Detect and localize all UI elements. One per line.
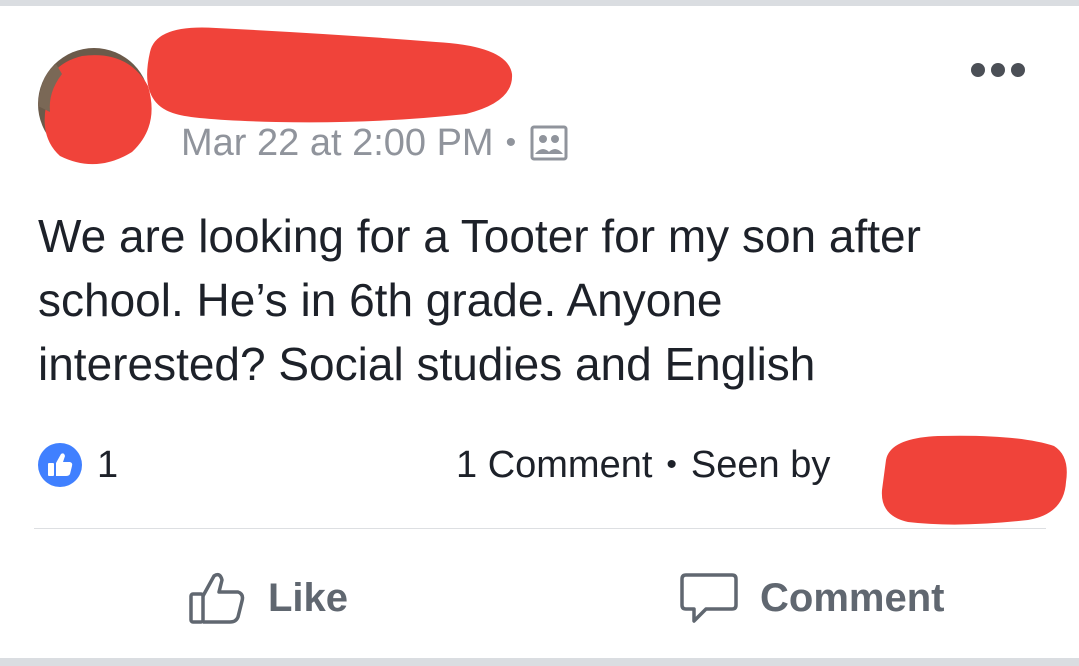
- actions-divider: [34, 528, 1046, 529]
- summary-separator: •: [666, 448, 677, 481]
- more-options-icon[interactable]: [968, 58, 1028, 82]
- like-count: 1: [97, 443, 119, 486]
- engagement-summary: 1 Comment • Seen by: [456, 440, 830, 490]
- comment-bubble-icon: [680, 573, 738, 623]
- reactions-summary[interactable]: 1: [37, 440, 118, 490]
- seen-by-redacted: [881, 435, 1067, 525]
- comment-button[interactable]: Comment: [680, 566, 944, 630]
- meta-separator: •: [505, 126, 517, 159]
- comment-label: Comment: [760, 575, 945, 620]
- post-meta: Mar 22 at 2:00 PM •: [181, 118, 568, 168]
- comment-count[interactable]: 1 Comment: [456, 444, 652, 487]
- seen-by-label[interactable]: Seen by: [691, 444, 830, 487]
- post-text: We are looking for a Tooter for my son a…: [38, 210, 921, 390]
- post-card: Mar 22 at 2:00 PM • We are looking for a…: [0, 6, 1079, 658]
- thumbs-up-icon: [189, 572, 245, 624]
- like-reaction-icon: [38, 443, 82, 487]
- like-label: Like: [268, 575, 349, 620]
- feed-separator: [0, 658, 1079, 666]
- author-name-redacted[interactable]: [136, 18, 516, 128]
- post-timestamp[interactable]: Mar 22 at 2:00 PM: [181, 122, 494, 165]
- like-button[interactable]: Like: [188, 566, 348, 630]
- friends-audience-icon[interactable]: [530, 124, 568, 162]
